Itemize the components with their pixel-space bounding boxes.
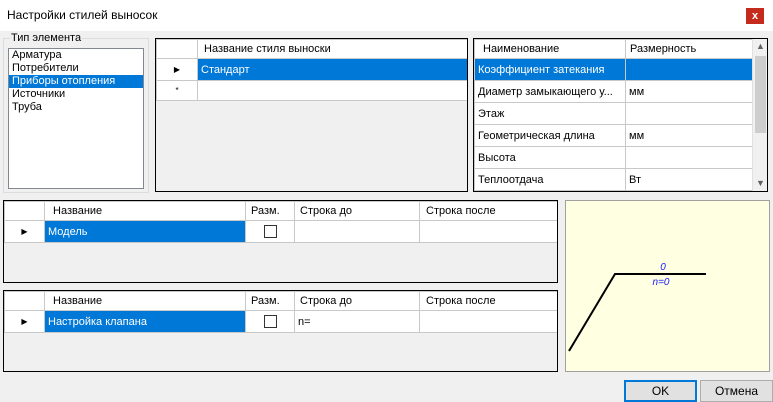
list-item-selected[interactable]: Приборы отопления (9, 75, 143, 88)
list-item[interactable]: Арматура (9, 49, 143, 62)
row-header-corner (156, 39, 198, 59)
param-unit[interactable]: мм (625, 124, 753, 147)
styles-header[interactable]: Название стиля выноски (197, 39, 467, 59)
param-unit[interactable] (625, 58, 753, 81)
close-icon: x (751, 10, 759, 22)
param-name[interactable]: Этаж (474, 102, 626, 125)
param-name[interactable]: Геометрическая длина (474, 124, 626, 147)
row-header-corner (4, 201, 45, 221)
param-unit[interactable]: мм (625, 80, 753, 103)
new-style-cell[interactable] (197, 80, 467, 101)
bottom-row-size-checkbox[interactable] (245, 310, 295, 333)
bottom-row-name[interactable]: Настройка клапана (44, 310, 246, 333)
checkbox-icon[interactable] (263, 225, 277, 238)
param-name[interactable]: Коэффициент затекания (474, 58, 626, 81)
top-row-name[interactable]: Модель (44, 220, 246, 243)
top-header-size[interactable]: Разм. (245, 201, 295, 221)
list-item[interactable]: Источники (9, 88, 143, 101)
top-header-after[interactable]: Строка после (419, 201, 557, 221)
bottom-header-after[interactable]: Строка после (419, 291, 557, 311)
scroll-up-icon[interactable]: ▲ (753, 39, 768, 54)
param-name[interactable]: Высота (474, 146, 626, 169)
close-button[interactable]: x (746, 8, 764, 24)
ok-button[interactable]: OK (624, 380, 697, 402)
styles-grid[interactable]: Название стиля выноски ▶ Стандарт * (155, 38, 468, 192)
bottom-line-grid[interactable]: Название Разм. Строка до Строка после ▶ … (3, 290, 558, 372)
element-type-list[interactable]: Арматура Потребители Приборы отопления И… (8, 48, 144, 189)
row-marker-icon[interactable]: ▶ (4, 220, 45, 243)
bottom-header-name[interactable]: Название (44, 291, 246, 311)
leader-preview-drawing: 0 n=0 (568, 262, 706, 352)
checkbox-icon[interactable] (263, 315, 277, 328)
scroll-down-icon[interactable]: ▼ (753, 176, 768, 191)
top-row-before[interactable] (294, 220, 420, 243)
top-header-before[interactable]: Строка до (294, 201, 420, 221)
params-header-unit[interactable]: Размерность (625, 39, 753, 59)
bottom-row-after[interactable] (419, 310, 557, 333)
top-row-after[interactable] (419, 220, 557, 243)
param-name[interactable]: Диаметр замыкающего у... (474, 80, 626, 103)
top-header-name[interactable]: Название (44, 201, 246, 221)
params-header-name[interactable]: Наименование (474, 39, 626, 59)
param-unit[interactable] (625, 102, 753, 125)
window-title: Настройки стилей выносок (7, 8, 158, 22)
param-unit[interactable]: Вт (625, 168, 753, 191)
preview-bottom-text: n=0 (653, 277, 670, 288)
new-row-icon[interactable]: * (156, 80, 198, 101)
element-type-label: Тип элемента (10, 32, 83, 44)
scroll-thumb[interactable] (755, 56, 766, 133)
top-line-grid[interactable]: Название Разм. Строка до Строка после ▶ … (3, 200, 558, 283)
leader-preview: 0 n=0 (565, 200, 770, 372)
leader-line (568, 273, 706, 352)
row-marker-icon[interactable]: ▶ (156, 58, 198, 81)
cancel-button[interactable]: Отмена (700, 380, 773, 402)
params-grid[interactable]: Наименование Размерность Коэффициент зат… (473, 38, 768, 192)
param-unit[interactable] (625, 146, 753, 169)
row-marker-icon[interactable]: ▶ (4, 310, 45, 333)
title-bar: Настройки стилей выносок x (0, 0, 773, 31)
list-item[interactable]: Потребители (9, 62, 143, 75)
param-name[interactable]: Теплоотдача (474, 168, 626, 191)
top-row-size-checkbox[interactable] (245, 220, 295, 243)
row-header-corner (4, 291, 45, 311)
style-cell-standard[interactable]: Стандарт (197, 58, 467, 81)
list-item[interactable]: Труба (9, 101, 143, 114)
bottom-header-size[interactable]: Разм. (245, 291, 295, 311)
bottom-row-before[interactable]: n= (294, 310, 420, 333)
params-scrollbar[interactable]: ▲ ▼ (752, 39, 767, 191)
preview-top-text: 0 (660, 262, 666, 273)
bottom-header-before[interactable]: Строка до (294, 291, 420, 311)
